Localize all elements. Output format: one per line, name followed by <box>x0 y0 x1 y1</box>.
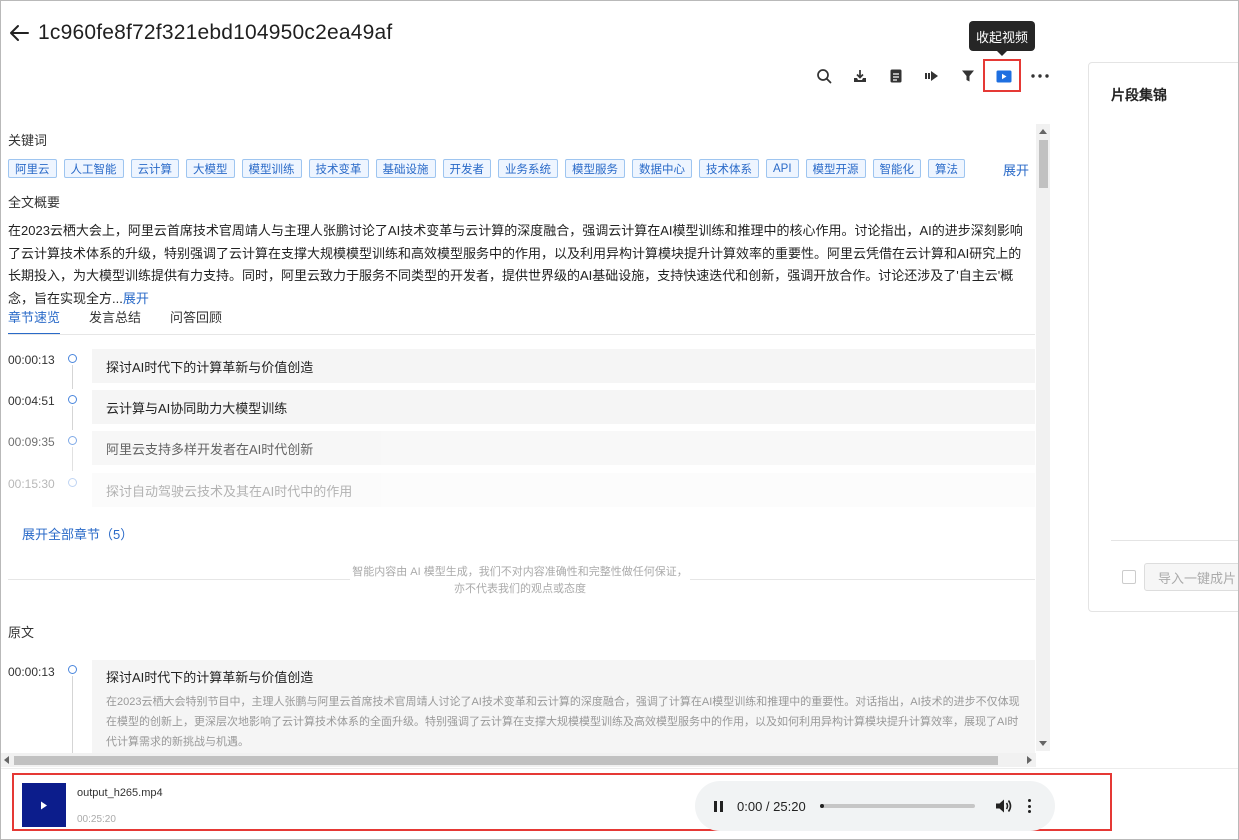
keyword-tag[interactable]: API <box>766 159 799 178</box>
paragraph-title: 探讨AI时代下的计算革新与价值创造 <box>106 670 314 685</box>
paragraph-time[interactable]: 00:00:13 <box>8 665 55 679</box>
summary-text: 在2023云栖大会上，阿里云首席技术官周靖人与主理人张鹏讨论了AI技术变革与云计… <box>8 220 1030 310</box>
divider <box>0 768 1239 769</box>
chapter-title[interactable]: 探讨AI时代下的计算革新与价值创造 <box>92 349 1035 383</box>
tab-qa-review[interactable]: 问答回顾 <box>170 303 222 335</box>
search-icon[interactable] <box>806 63 842 89</box>
filter-icon[interactable] <box>950 63 986 89</box>
keyword-tag[interactable]: 业务系统 <box>498 159 558 178</box>
highlight-box <box>983 59 1021 92</box>
keyword-tag[interactable]: 技术变革 <box>308 159 369 178</box>
media-filename: output_h265.mp4 <box>77 787 163 799</box>
timeline-line <box>72 365 73 389</box>
audio-controls: 0:00 / 25:20 <box>695 781 1055 831</box>
download-icon[interactable] <box>842 63 878 89</box>
summary-body: 在2023云栖大会上，阿里云首席技术官周靖人与主理人张鹏讨论了AI技术变革与云计… <box>8 223 1023 306</box>
timeline-dot <box>68 665 77 674</box>
horizontal-scrollbar[interactable] <box>0 753 1036 767</box>
timeline-dot <box>68 354 77 363</box>
timeline-line <box>72 406 73 430</box>
page-header: 1c960fe8f72f321ebd104950c2ea49af <box>8 18 392 48</box>
scroll-right-arrow-icon[interactable] <box>1027 756 1032 764</box>
chapter-item[interactable]: 00:09:35 阿里云支持多样开发者在AI时代创新 <box>8 431 1035 471</box>
keyword-tag[interactable]: 人工智能 <box>63 159 124 178</box>
divider <box>8 334 1035 335</box>
chapter-item[interactable]: 00:00:13 探讨AI时代下的计算革新与价值创造 <box>8 349 1035 389</box>
kebab-menu-icon[interactable] <box>1025 797 1035 815</box>
more-icon[interactable] <box>1022 63 1058 89</box>
timeline-dot <box>68 436 77 445</box>
scroll-down-arrow-icon[interactable] <box>1039 741 1047 746</box>
panel-title: 片段集锦 <box>1111 87 1167 103</box>
tab-speech-summary[interactable]: 发言总结 <box>89 303 141 335</box>
chapter-item[interactable]: 00:15:30 探讨自动驾驶云技术及其在AI时代中的作用 <box>8 473 1035 507</box>
keyword-tag[interactable]: 云计算 <box>130 159 179 178</box>
current-time: 0:00 / 25:20 <box>737 798 806 814</box>
timeline-dot <box>68 478 77 487</box>
play-icon <box>41 801 47 809</box>
keyword-tag[interactable]: 开发者 <box>442 159 491 178</box>
keyword-list: 阿里云 人工智能 云计算 大模型 模型训练 技术变革 基础设施 开发者 业务系统… <box>8 159 966 178</box>
paragraph-text: 在2023云栖大会特别节目中，主理人张鹏与阿里云首席技术官周靖人讨论了AI技术变… <box>106 696 1020 748</box>
notes-icon[interactable] <box>878 63 914 89</box>
ai-disclaimer: 智能内容由 AI 模型生成，我们不对内容准确性和完整性做任何保证，亦不代表我们的… <box>350 564 690 598</box>
toolbar <box>806 59 1058 92</box>
chapter-title[interactable]: 云计算与AI协同助力大模型训练 <box>92 390 1035 424</box>
keyword-tag[interactable]: 技术体系 <box>699 159 759 178</box>
keyword-tag[interactable]: 智能化 <box>872 159 922 178</box>
keyword-tag[interactable]: 模型训练 <box>241 159 302 178</box>
timeline-dot <box>68 395 77 404</box>
tab-bar: 章节速览 发言总结 问答回顾 <box>8 303 251 335</box>
timeline-line <box>72 447 73 471</box>
original-label: 原文 <box>8 625 35 640</box>
vertical-scrollbar[interactable] <box>1036 124 1050 751</box>
keyword-tag[interactable]: 算法 <box>928 159 966 178</box>
chapter-title[interactable]: 阿里云支持多样开发者在AI时代创新 <box>92 431 1035 465</box>
chapter-item[interactable]: 00:04:51 云计算与AI协同助力大模型训练 <box>8 390 1035 430</box>
pause-icon[interactable] <box>711 799 725 813</box>
summary-label: 全文概要 <box>8 195 61 210</box>
collapse-video-tooltip: 收起视频 <box>969 21 1035 56</box>
chapter-time[interactable]: 00:09:35 <box>8 435 55 449</box>
export-icon[interactable] <box>914 63 950 89</box>
media-duration: 00:25:20 <box>77 814 116 825</box>
keyword-tag[interactable]: 大模型 <box>186 159 235 178</box>
keywords-label: 关键词 <box>8 133 48 148</box>
import-button[interactable]: 导入一键成片 <box>1144 563 1239 591</box>
paragraph-box: 探讨AI时代下的计算革新与价值创造 在2023云栖大会特别节目中，主理人张鹏与阿… <box>92 660 1035 759</box>
scrollbar-thumb[interactable] <box>14 756 998 765</box>
keyword-tag[interactable]: 数据中心 <box>632 159 692 178</box>
back-arrow-icon[interactable] <box>8 22 30 44</box>
scrollbar-thumb[interactable] <box>1039 140 1048 188</box>
keyword-tag[interactable]: 阿里云 <box>8 159 57 178</box>
video-thumbnail[interactable] <box>22 783 66 827</box>
chapter-time[interactable]: 00:15:30 <box>8 477 55 491</box>
keyword-tag[interactable]: 模型开源 <box>805 159 866 178</box>
progress-slider[interactable] <box>819 804 975 808</box>
select-all-checkbox[interactable] <box>1122 570 1136 584</box>
video-toggle-button[interactable] <box>983 59 1022 92</box>
content-area[interactable]: 关键词 阿里云 人工智能 云计算 大模型 模型训练 技术变革 基础设施 开发者 … <box>0 124 1050 767</box>
keyword-tag[interactable]: 基础设施 <box>375 159 436 178</box>
chapter-time[interactable]: 00:04:51 <box>8 394 55 408</box>
media-player-bar: output_h265.mp4 00:25:20 0:00 / 25:20 <box>12 773 1112 831</box>
page-title: 1c960fe8f72f321ebd104950c2ea49af <box>38 21 393 44</box>
keyword-tag[interactable]: 模型服务 <box>565 159 625 178</box>
expand-all-chapters-link[interactable]: 展开全部章节（5） <box>22 524 133 543</box>
volume-icon[interactable] <box>995 797 1013 815</box>
keywords-expand-link[interactable]: 展开 <box>1003 160 1029 179</box>
scroll-up-arrow-icon[interactable] <box>1039 129 1047 134</box>
divider <box>1111 540 1239 541</box>
chapter-time[interactable]: 00:00:13 <box>8 353 55 367</box>
tab-chapter-overview[interactable]: 章节速览 <box>8 303 61 335</box>
progress-fill <box>819 804 825 808</box>
chapter-title[interactable]: 探讨自动驾驶云技术及其在AI时代中的作用 <box>92 473 1035 507</box>
scroll-left-arrow-icon[interactable] <box>4 756 9 764</box>
clip-highlights-panel: 片段集锦 导入一键成片 <box>1088 62 1239 612</box>
